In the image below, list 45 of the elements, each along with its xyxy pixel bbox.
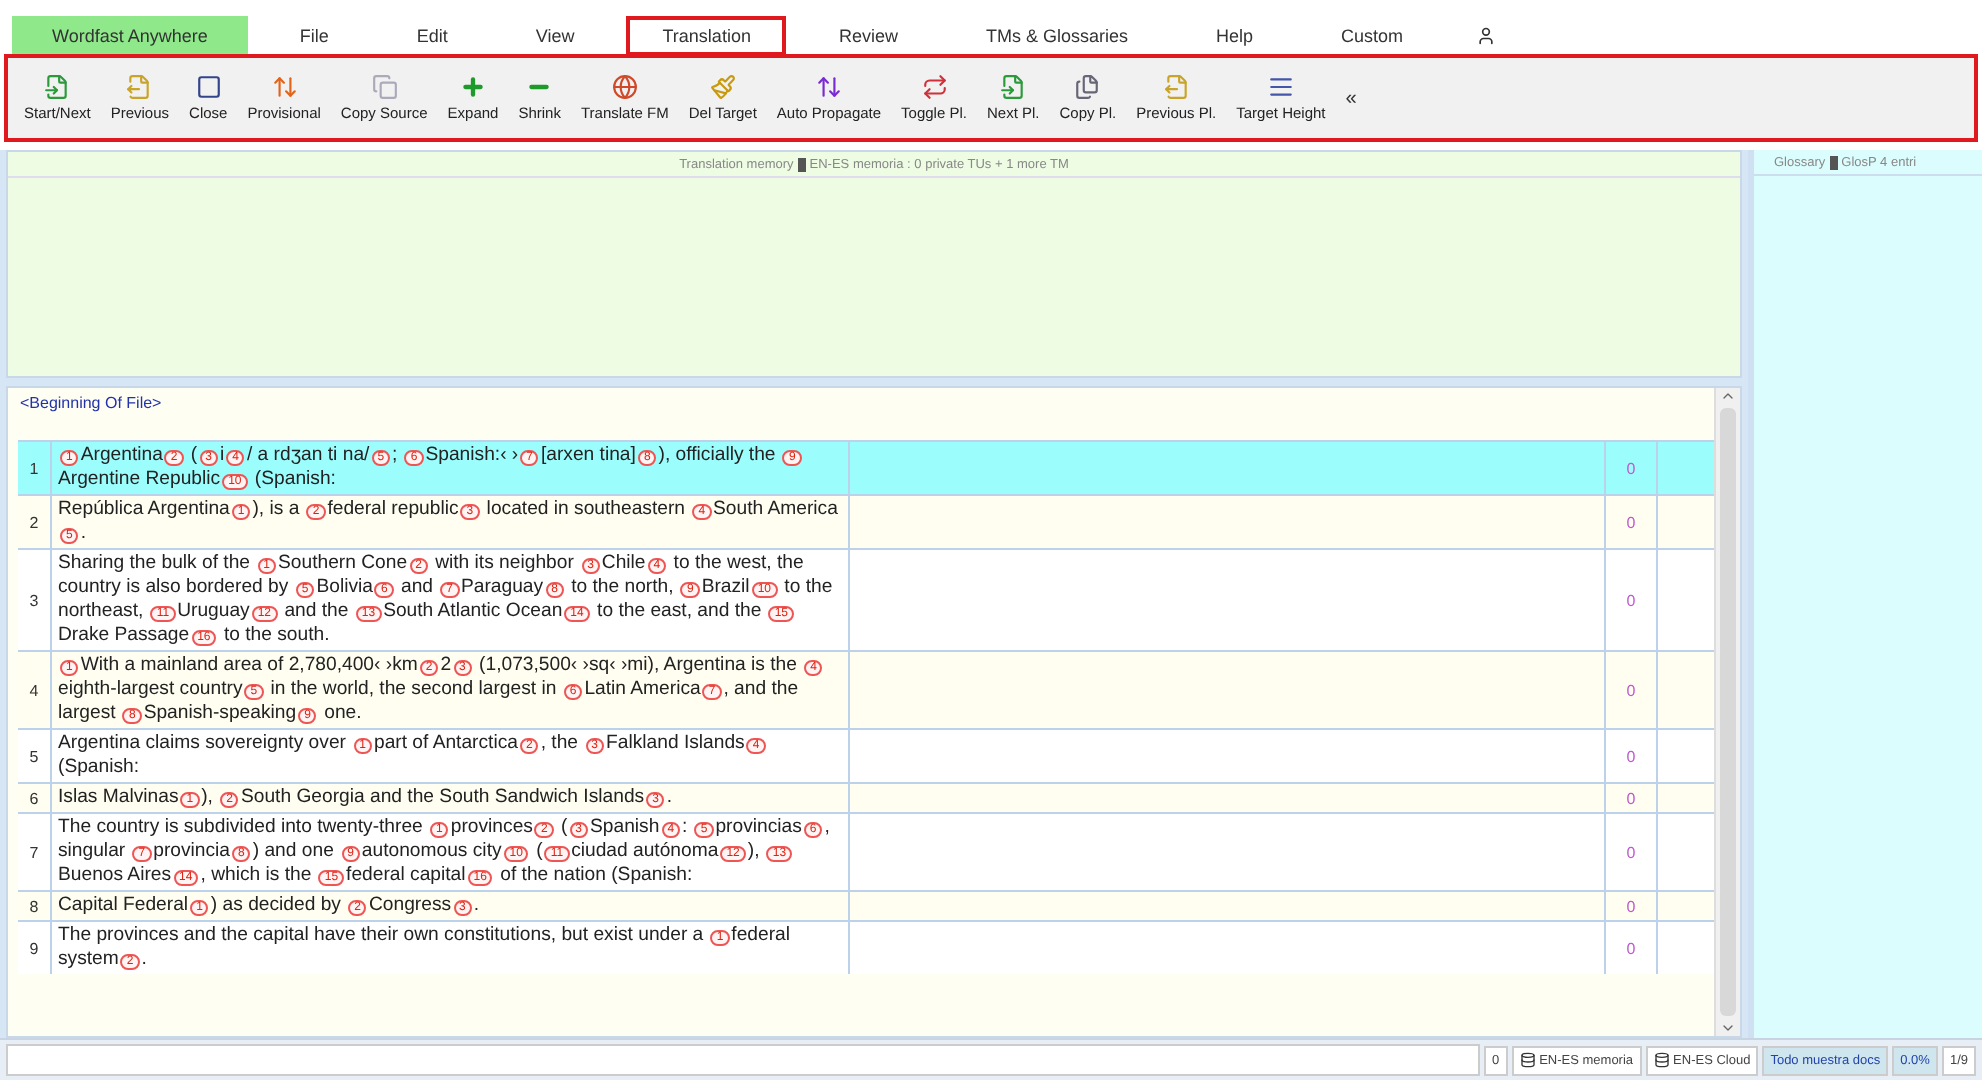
database-icon [797,157,806,171]
user-icon[interactable] [1475,26,1496,46]
document-arrow-icon [1163,74,1190,100]
globe-icon [611,74,638,100]
collapse-button[interactable]: « [1337,87,1365,109]
scroll-up-icon[interactable] [1720,388,1736,404]
segment-number: 3 [27,589,41,613]
scrollbar[interactable] [1714,388,1740,1036]
database-icon [1519,1052,1536,1068]
segment-number: 2 [27,511,41,535]
segment-number: 5 [27,745,41,769]
document-arrow-icon [44,74,71,100]
plus-icon [459,74,486,100]
up-down-arrow-icon [815,74,842,100]
segment-number: 4 [27,679,41,703]
database-icon [1653,1052,1670,1068]
brush-icon [709,74,736,100]
menu-item[interactable]: File [263,16,365,56]
match-score: 0 [1606,922,1658,974]
square-icon [195,74,222,100]
database-icon [1829,155,1838,169]
segment-number: 9 [27,937,41,961]
segment-number: 7 [27,841,41,865]
segment-row[interactable] [18,548,1714,650]
document-arrow-icon [1000,74,1027,100]
segment-row[interactable] [18,650,1714,728]
menu-item[interactable]: TMs & Glossaries [949,16,1164,56]
menu-item[interactable]: Review [802,16,934,56]
beginning-of-file-label: <Beginning Of File> [18,392,164,416]
segment-number: 6 [27,787,41,811]
lines-icon [1267,74,1294,100]
up-down-arrow-icon [271,74,298,100]
scroll-down-icon[interactable] [1720,1020,1736,1036]
document-arrow-icon [126,74,153,100]
segment-number: 8 [27,895,41,919]
menu-item[interactable]: Edit [380,16,484,56]
swap-icon [921,74,948,100]
app-name[interactable]: Wordfast Anywhere [12,16,248,56]
menu-item[interactable]: View [499,16,611,56]
copy-icon [371,74,398,100]
segment-row[interactable] [18,812,1714,890]
menu-item[interactable]: Help [1179,16,1289,56]
copy-icon [1074,74,1101,100]
menu-item[interactable]: Custom [1305,16,1440,56]
segment-number: 1 [27,457,41,481]
